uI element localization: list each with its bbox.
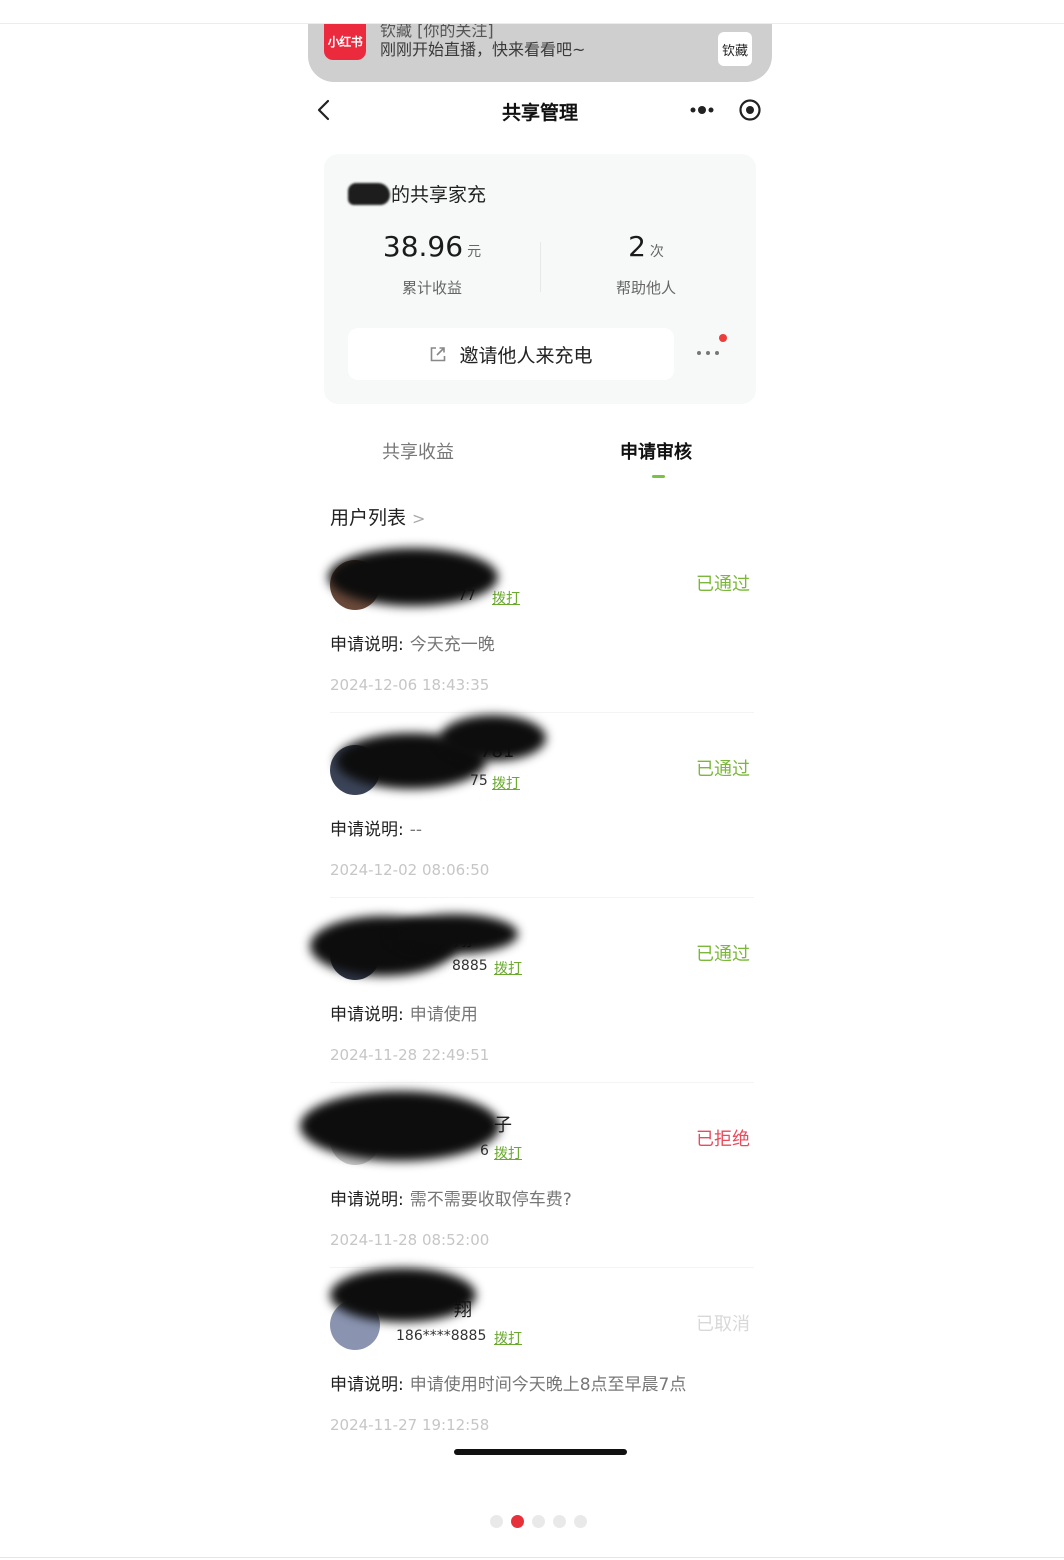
redacted-name-mask [348,183,390,205]
active-tab-indicator [652,475,665,478]
divider [330,897,754,898]
home-indicator [454,1449,627,1455]
redaction-scribble [390,914,518,954]
earnings-unit: 元 [467,244,482,260]
tab-shared-earnings[interactable]: 共享收益 [382,438,454,464]
helped-unit: 次 [649,244,664,260]
timestamp: 2024-11-27 19:12:58 [330,1416,490,1434]
note-text: 申请使用时间今天晚上8点至早晨7点 [409,1375,687,1395]
target-icon[interactable] [738,98,762,122]
page-dot-active[interactable] [511,1514,524,1528]
card-title-text: 的共享家充 [391,184,487,206]
divider [330,1082,754,1083]
redaction-scribble [330,1268,476,1322]
note-label: 申请说明: [330,820,404,840]
status-badge: 已拒绝 [696,1129,750,1150]
earnings-value: 38.96 [382,230,464,263]
invite-label: 邀请他人来充电 [459,344,593,367]
call-link[interactable]: 拨打 [492,588,520,608]
more-dots-icon[interactable] [689,104,715,116]
page-dot[interactable] [553,1514,566,1528]
card-title: 的共享家充 [348,180,486,207]
notification-banner[interactable]: 小红书 钦藏 [你的关注] 刚刚开始直播，快来看看吧~ 钦藏 [308,24,772,82]
chevron-right-icon: > [412,509,426,528]
page-dot[interactable] [574,1514,587,1528]
helped-label: 帮助他人 [615,279,676,297]
list-item[interactable]: 781 75 拨打 已通过 申请说明:-- 2024-12-02 08:06:5… [330,715,754,911]
stat-divider [540,242,541,292]
call-link[interactable]: 拨打 [494,958,522,978]
call-link[interactable]: 拨打 [494,1143,522,1163]
banner-thumbnail: 钦藏 [718,32,752,66]
list-item[interactable]: 翔 8885 拨打 已通过 申请说明:申请使用 2024-11-28 22:49… [310,914,754,1096]
timestamp: 2024-12-06 18:43:35 [330,676,490,694]
notification-dot [719,334,727,342]
redaction-scribble [440,715,546,761]
user-list-title: 用户列表 [330,507,407,529]
earnings-stat: 38.96 元 累计收益 [332,230,532,298]
page-title: 共享管理 [501,102,578,124]
list-item[interactable]: 77 拨打 已通过 申请说明:今天充一晚 2024-12-06 18:43:35 [328,546,754,726]
divider [330,712,754,713]
status-badge: 已取消 [696,1314,750,1335]
earnings-label: 累计收益 [401,279,462,297]
chevron-left-icon[interactable] [313,96,335,124]
note-text: 申请使用 [409,1005,478,1025]
status-badge: 已通过 [696,944,750,965]
note-label: 申请说明: [330,635,404,655]
page-indicator [490,1514,587,1528]
invite-button[interactable]: 邀请他人来充电 [348,328,674,380]
share-icon [431,347,446,362]
note-label: 申请说明: [330,1190,404,1210]
timestamp: 2024-12-02 08:06:50 [330,861,490,879]
app-logo: 小红书 [324,24,366,60]
call-link[interactable]: 拨打 [494,1328,522,1348]
list-item[interactable]: 子 6 拨打 已拒绝 申请说明: 需不需要收取停车费? 2024-11-28 08… [300,1091,754,1281]
status-badge: 已通过 [696,759,750,780]
call-link[interactable]: 拨打 [492,773,520,793]
user-list-link[interactable]: 用户列表 > [330,503,425,530]
bottom-divider [0,1557,1064,1558]
application-note: 申请说明: 申请使用时间今天晚上8点至早晨7点 [330,1370,686,1395]
timestamp: 2024-11-28 22:49:51 [330,1046,490,1064]
application-note: 申请说明: -- [330,815,422,840]
note-label: 申请说明: [330,1005,404,1025]
note-label: 申请说明: [330,1375,404,1395]
tab-application-review[interactable]: 申请审核 [620,438,692,464]
user-phone: 8885 [452,958,488,974]
list-item[interactable]: 翔 186****8885 拨打 已取消 申请说明: 申请使用时间今天晚上8点至早… [330,1268,754,1466]
application-note: 申请说明: 需不需要收取停车费? [330,1185,572,1210]
note-text: 需不需要收取停车费? [409,1190,572,1210]
more-options-icon[interactable] [696,350,720,356]
application-note: 申请说明: 申请使用 [330,1000,478,1025]
summary-card: 的共享家充 38.96 元 累计收益 2次 帮助他人 邀请他人来充电 [324,154,756,404]
page-dot[interactable] [532,1514,545,1528]
timestamp: 2024-11-28 08:52:00 [330,1231,490,1249]
page-dot[interactable] [490,1514,503,1528]
helped-stat: 2次 帮助他人 [546,230,746,298]
banner-message: 刚刚开始直播，快来看看吧~ [380,40,586,59]
application-note: 申请说明: 今天充一晚 [330,630,495,655]
redaction-scribble [328,548,498,606]
note-text: -- [409,820,423,840]
note-text: 今天充一晚 [409,635,495,655]
user-phone: 186****8885 [396,1328,487,1344]
redaction-scribble [300,1091,500,1161]
status-badge: 已通过 [696,574,750,595]
helped-value: 2 [628,230,646,263]
